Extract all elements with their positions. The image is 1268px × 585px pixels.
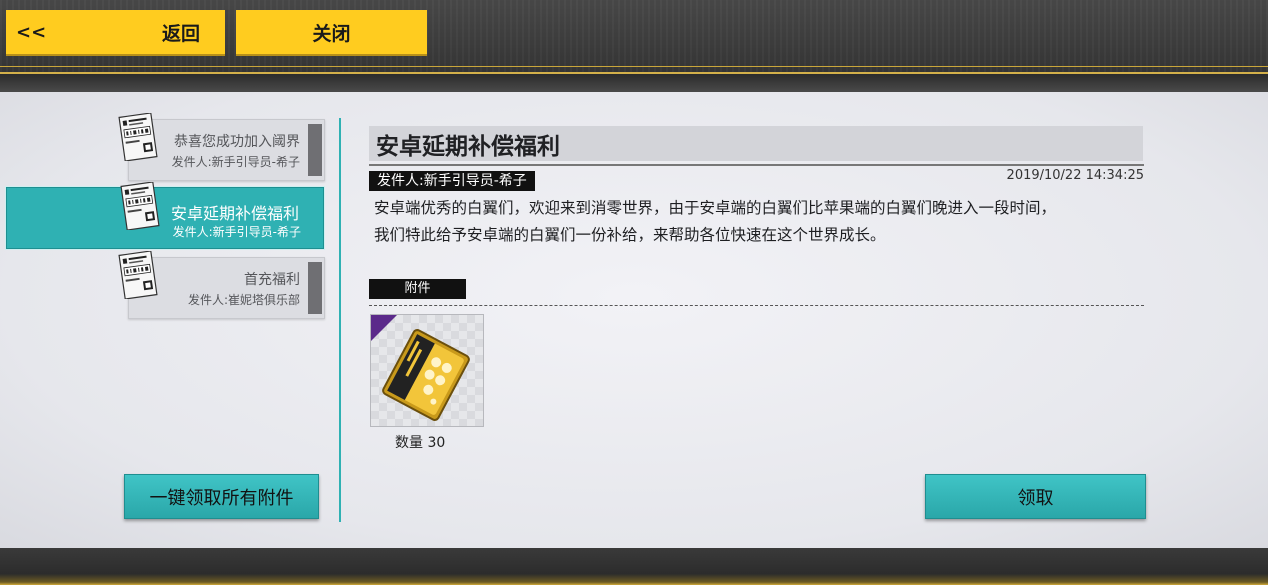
top-gold-stripe	[0, 66, 1268, 67]
mail-item-android-compensation[interactable]: 安卓延期补偿福利 发件人:新手引导员-希子	[6, 187, 324, 249]
attachments-divider	[369, 305, 1144, 306]
claim-all-attachments-button[interactable]: 一键领取所有附件	[124, 474, 319, 519]
close-label: 关闭	[312, 22, 351, 45]
mail-body-line: 安卓端优秀的白翼们，欢迎来到消零世界，由于安卓端的白翼们比苹果端的白翼们晚进入一…	[374, 199, 1057, 217]
close-button[interactable]: 关闭	[236, 10, 427, 54]
back-label: 返回	[162, 22, 201, 45]
claim-label: 领取	[1017, 487, 1054, 509]
mail-item-title: 首充福利	[244, 272, 300, 288]
attachments-label: 附件	[369, 279, 466, 299]
mail-item-sender: 发件人:崔妮塔俱乐部	[187, 293, 300, 307]
mail-item-sender: 发件人:新手引导员-希子	[172, 225, 301, 239]
mail-date: 2019/10/22 14:34:25	[1006, 168, 1144, 183]
claim-button[interactable]: 领取	[925, 474, 1146, 519]
attachment-quantity: 数量 30	[395, 435, 446, 451]
gold-ticket-icon	[382, 329, 470, 421]
title-underline	[369, 164, 1144, 166]
claim-all-label: 一键领取所有附件	[149, 487, 294, 509]
attachment-slot[interactable]	[370, 314, 484, 427]
mail-body: 安卓端优秀的白翼们，欢迎来到消零世界，由于安卓端的白翼们比苹果端的白翼们晚进入一…	[374, 195, 1154, 249]
back-button[interactable]: << 返回	[6, 10, 225, 54]
mail-item-sender: 发件人:新手引导员-希子	[171, 155, 300, 169]
mail-item-title: 恭喜您成功加入阈界	[174, 134, 300, 150]
mail-body-line: 我们特此给予安卓端的白翼们一份补给，来帮助各位快速在这个世界成长。	[374, 226, 886, 244]
unread-tag	[308, 262, 322, 314]
bottom-bar	[0, 548, 1268, 585]
mail-sender: 发件人:新手引导员-希子	[369, 171, 535, 191]
mail-item-title: 安卓延期补偿福利	[170, 204, 299, 223]
unread-tag	[308, 124, 322, 176]
mail-title: 安卓延期补偿福利	[376, 134, 560, 160]
mail-envelope-icon	[118, 251, 158, 299]
mail-envelope-icon	[120, 182, 160, 230]
top-bar: << 返回 关闭	[0, 0, 1268, 92]
back-chevron-icon: <<	[16, 21, 47, 43]
panel-divider	[339, 118, 341, 522]
top-dark-band	[0, 74, 1268, 92]
mail-envelope-icon	[118, 113, 158, 161]
